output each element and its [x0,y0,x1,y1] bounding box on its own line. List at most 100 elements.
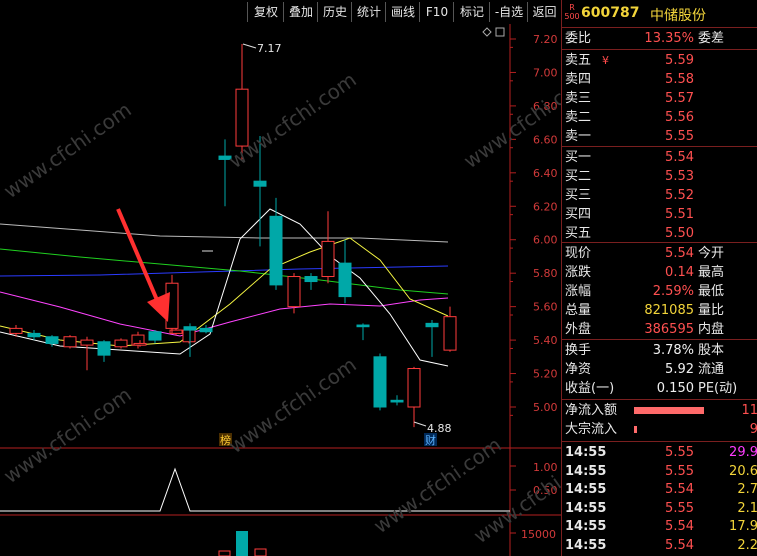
chart-toolbar: 复权 叠加 历史 统计 画线 F10 标记 -自选 返回 [0,0,562,24]
ma-line [0,291,449,337]
candle [199,325,213,334]
flow-row: 大宗流入 9 [562,420,757,439]
candle [304,273,318,290]
stat-value: 5.92 [665,362,694,377]
tick-row: 14:55 5.54 2.7 [562,480,757,499]
statistics-button[interactable]: 统计 [351,2,386,22]
volume-bar [218,550,231,556]
tick-volume: 2.2 [737,537,757,553]
ask-price: 5.55 [665,129,694,144]
stat-right-label: PE(动) [698,381,738,396]
tick-row: 14:55 5.55 2.1 [562,499,757,518]
mark-button[interactable]: 标记 [453,2,490,22]
candle-body [63,336,77,348]
vol-tick-label: 15000 [521,528,556,541]
price-tick-label: 5.80 [533,267,558,280]
stock-badge: R 500 [564,3,580,23]
weicha-label: 委差 [698,31,725,46]
remove-watchlist-button[interactable]: -自选 [489,2,528,22]
candle [114,338,128,349]
quote-panel: R 500 600787 中储股份 委比 13.35% 委差 卖五 ¥5.59 卖四… [561,0,757,556]
candle-body [425,322,439,328]
tick-row: 14:55 5.55 20.6 [562,462,757,481]
candle-body [199,327,213,333]
tick-price: 5.55 [665,500,694,516]
price-tick-label: 6.40 [533,167,558,180]
watermark-text: www.cfchi.com [224,352,361,458]
divider [562,339,757,340]
kline-chart[interactable]: 7.207.006.806.606.406.206.005.805.605.40… [0,24,561,556]
chart-settings-icon[interactable] [482,27,505,37]
bid-row: 买五 5.50 [562,224,757,243]
candle-body [338,262,352,298]
stat-row: 换手 3.78% 股本 [562,341,757,360]
candlesticks [9,44,457,428]
stat-label: 涨幅 [565,284,592,299]
candle [80,336,94,371]
tick-volume: 29.9 [729,445,757,460]
tick-row: 14:55 5.54 17.9 [562,517,757,536]
candle [356,323,370,341]
candle-body [304,276,318,283]
flow-value: 11 [741,403,757,418]
stat-right-label: 流通 [698,362,725,377]
candle-body [148,331,162,341]
finance-tag-text: 财 [425,433,436,447]
stat-value: 0.14 [665,265,694,280]
divider [562,49,757,50]
price-tick-label: 7.00 [533,66,558,79]
tick-time: 14:55 [565,463,607,479]
candle-body [269,215,283,286]
stat-row: 涨跌 0.14 最高 [562,263,757,282]
tick-row: 14:55 5.54 2.2 [562,536,757,555]
flow-bar [634,426,637,433]
ma-line [0,223,449,243]
badge-top: R [569,3,575,12]
price-tick-label: 5.40 [533,334,558,347]
high-label: 7.17 [257,42,282,55]
watermarks: www.cfchi.com www.cfchi.com www.cfchi.co… [0,67,561,548]
weibi-value: 13.35% [644,31,694,46]
bid-label: 买四 [565,207,592,222]
candle [407,366,421,428]
f10-button[interactable]: F10 [419,2,454,22]
tick-volume: 2.7 [737,482,757,497]
candle-body [253,180,267,187]
tick-time: 14:55 [565,482,607,497]
tick-price: 5.54 [665,519,694,534]
ma-line [0,265,449,277]
divider [562,399,757,400]
stat-label: 现价 [565,246,592,261]
annotation-arrow-icon [116,208,170,322]
candle [182,328,196,344]
stat-value: 0.150 [656,381,694,396]
history-button[interactable]: 历史 [317,2,352,22]
bid-label: 买二 [565,169,592,184]
candle-body [373,356,387,408]
draw-line-button[interactable]: 画线 [385,2,420,22]
bid-price: 5.52 [665,188,694,203]
watermark-text: www.cfchi.com [0,97,136,203]
ask-row: 卖二 5.56 [562,108,757,127]
fuquan-button[interactable]: 复权 [247,2,284,22]
tick-time: 14:55 [565,500,607,516]
stat-row: 外盘 386595 内盘 [562,320,757,339]
stat-value: 821085 [644,303,694,318]
bid-label: 买一 [565,150,592,165]
candle-body [9,327,23,334]
candle-body [407,368,421,408]
back-button[interactable]: 返回 [527,2,562,22]
watermark-text: www.cfchi.com [0,382,136,488]
candle-body [287,276,301,308]
candle-body [80,339,94,346]
candle [97,340,111,362]
bid-label: 买五 [565,226,592,241]
overlay-button[interactable]: 叠加 [283,2,318,22]
bid-label: 买三 [565,188,592,203]
stat-right-label: 量比 [698,303,725,318]
stat-right-label: 内盘 [698,322,725,337]
candle-body [390,399,404,403]
high-marker: 7.17 [242,42,282,55]
divider [562,242,757,243]
stock-name: 中储股份 [650,8,706,24]
